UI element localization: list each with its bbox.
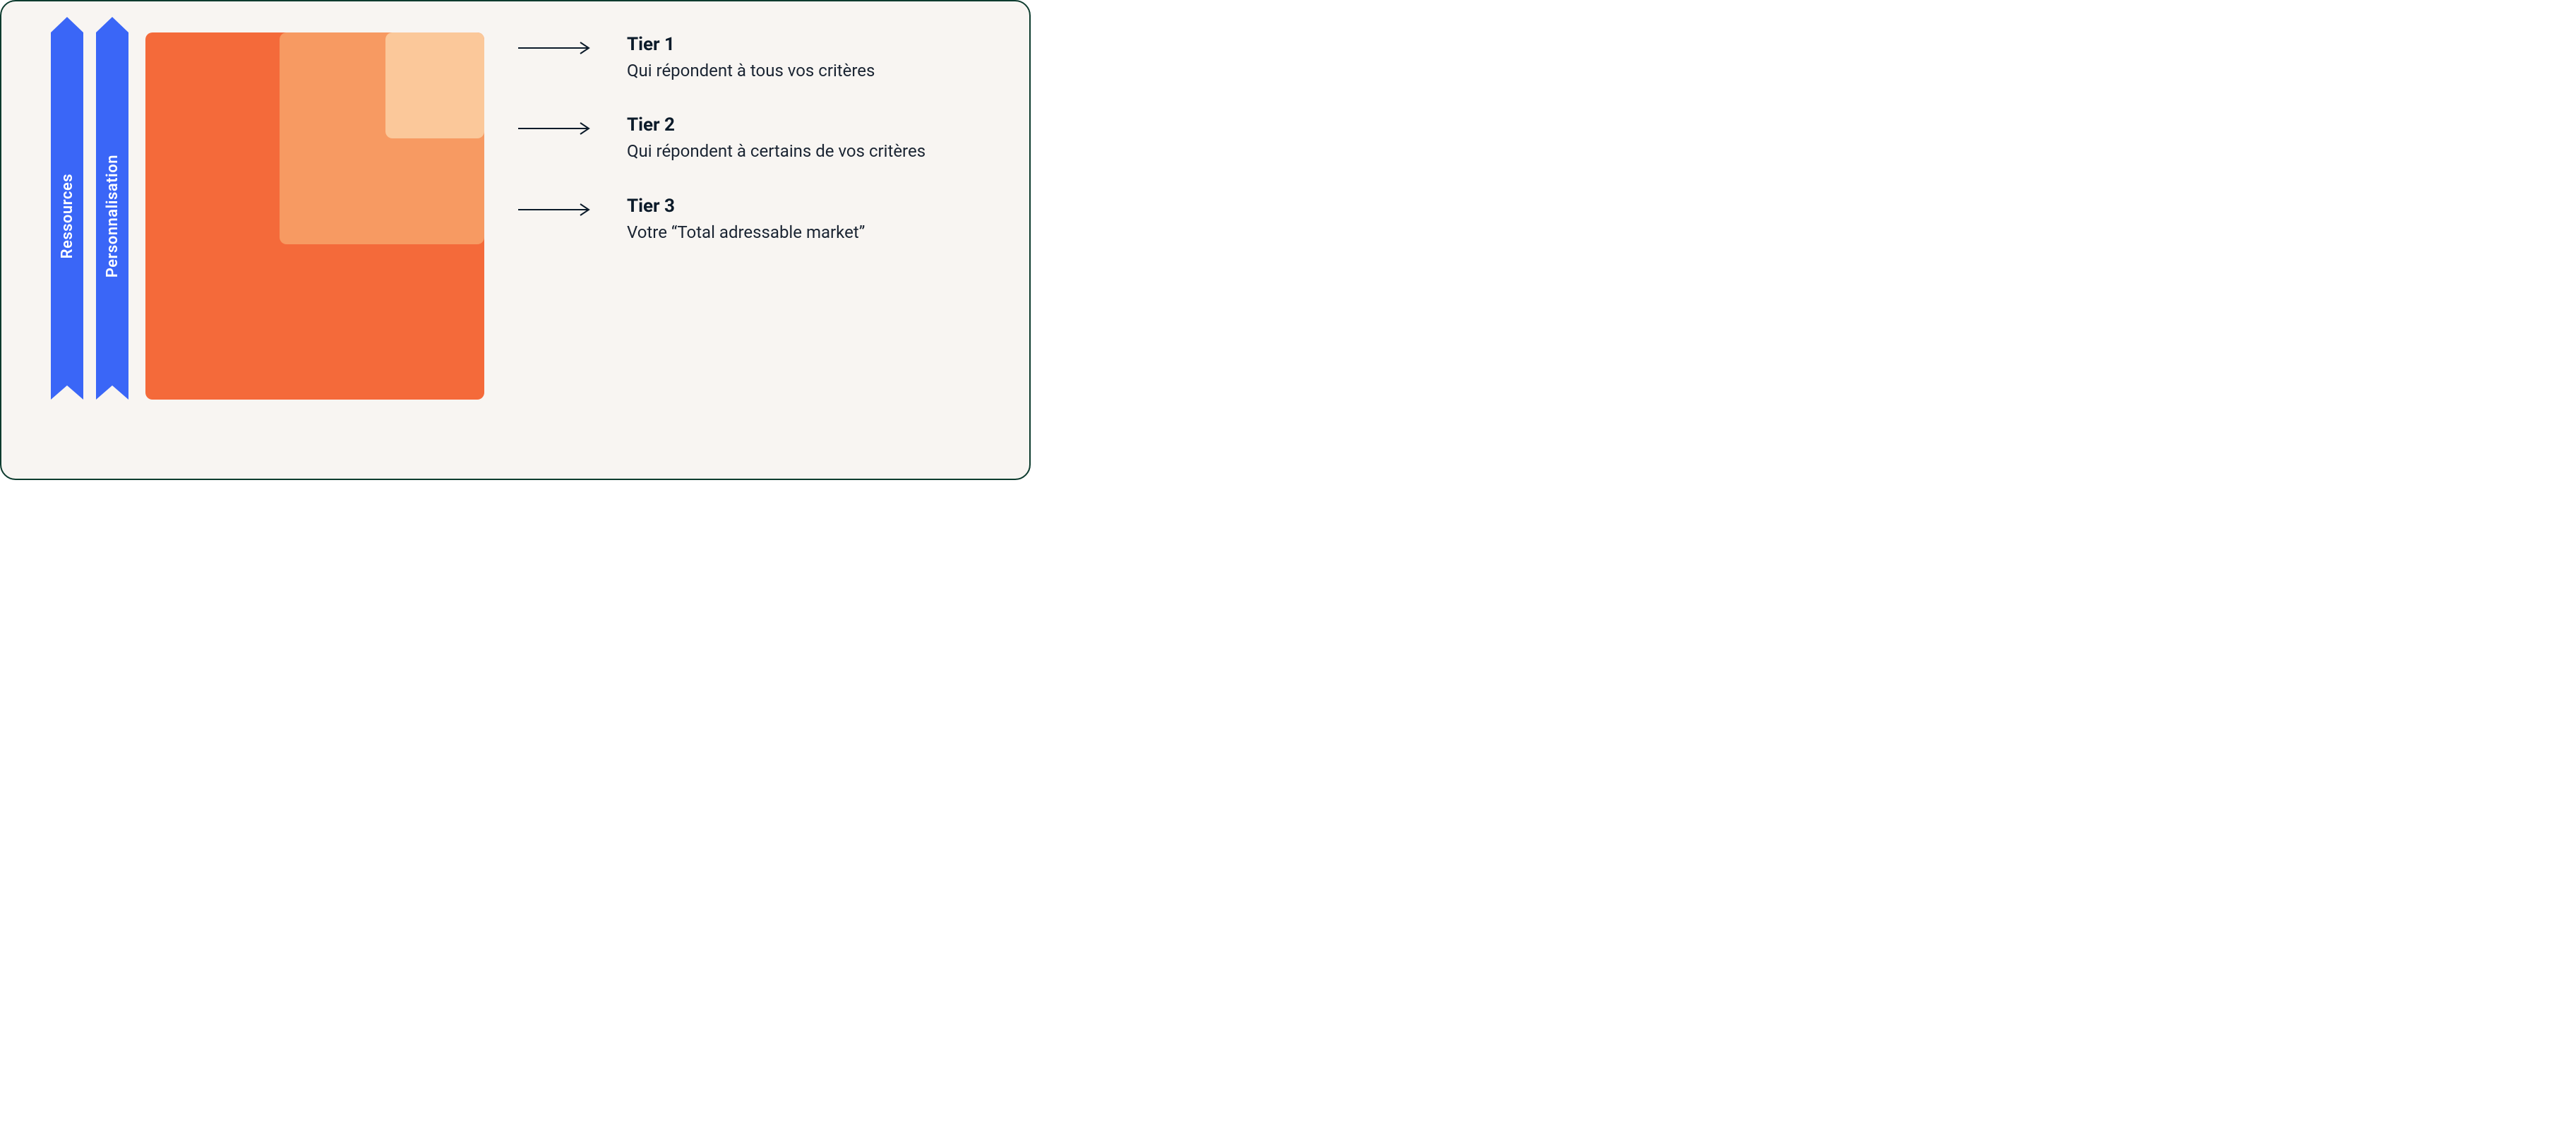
tier-legend: Tier 1 Qui répondent à tous vos critères… bbox=[518, 32, 987, 244]
pillar-personnalisation-label: Personnalisation bbox=[104, 155, 121, 277]
tier1-title: Tier 1 bbox=[627, 34, 987, 55]
tier3-text: Tier 3 Votre “Total adressable market” bbox=[627, 196, 987, 244]
tier2-desc: Qui répondent à certains de vos critères bbox=[627, 140, 987, 162]
left-cluster: Ressources Personnalisation bbox=[51, 32, 484, 400]
tier2-title: Tier 2 bbox=[627, 114, 987, 136]
tier1-desc: Qui répondent à tous vos critères bbox=[627, 59, 987, 82]
tier3-row: Tier 3 Votre “Total adressable market” bbox=[518, 196, 987, 244]
pillar-ressources-label: Ressources bbox=[59, 174, 76, 259]
arrow-icon bbox=[518, 203, 596, 217]
arrow-icon bbox=[518, 41, 596, 55]
tier3-desc: Votre “Total adressable market” bbox=[627, 221, 987, 244]
tier1-text: Tier 1 Qui répondent à tous vos critères bbox=[627, 34, 987, 82]
pillar-ressources: Ressources bbox=[51, 32, 83, 400]
arrow-icon bbox=[518, 121, 596, 136]
tier1-square bbox=[385, 32, 484, 138]
tier2-text: Tier 2 Qui répondent à certains de vos c… bbox=[627, 114, 987, 162]
tier3-title: Tier 3 bbox=[627, 196, 987, 217]
pillar-personnalisation: Personnalisation bbox=[96, 32, 128, 400]
tier2-row: Tier 2 Qui répondent à certains de vos c… bbox=[518, 114, 987, 162]
tier1-row: Tier 1 Qui répondent à tous vos critères bbox=[518, 34, 987, 82]
diagram-card: Ressources Personnalisation Tier 1 Qui r… bbox=[0, 0, 1031, 480]
tier-squares bbox=[145, 32, 484, 400]
